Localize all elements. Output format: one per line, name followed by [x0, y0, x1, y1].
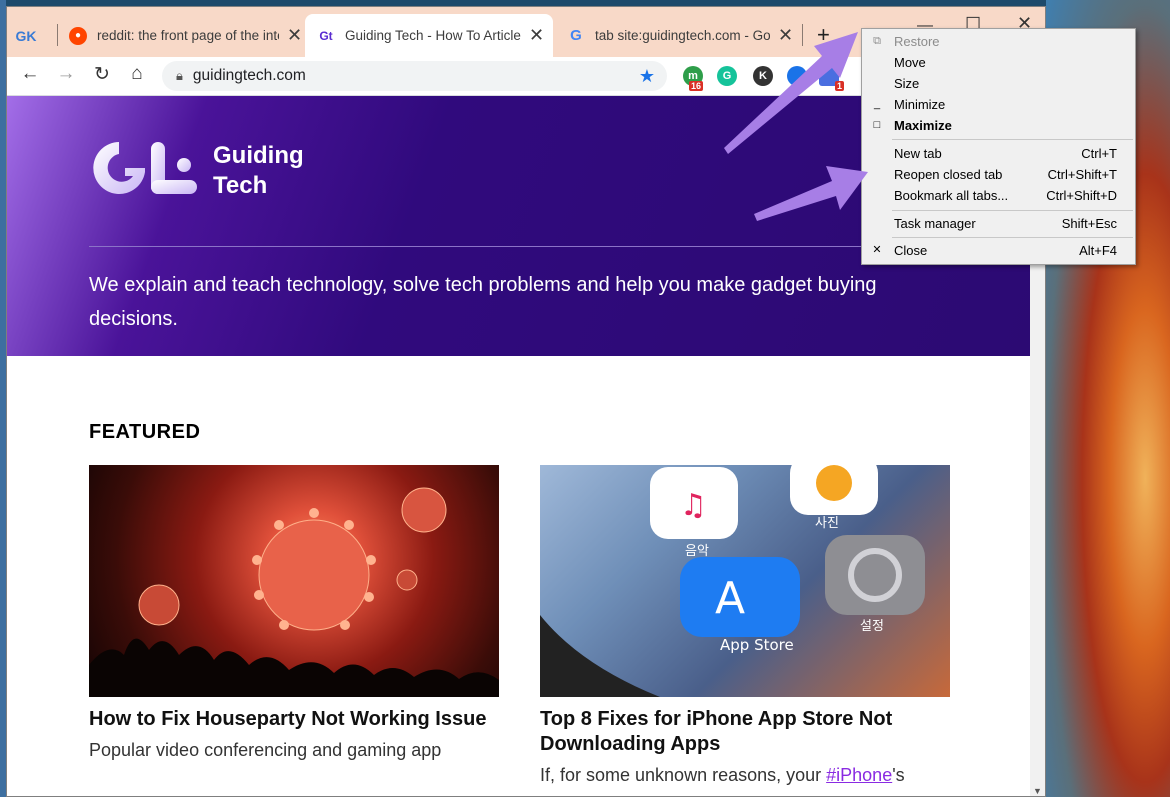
featured-heading: FEATURED — [89, 421, 201, 443]
article-image-app-store[interactable]: ♫ A 음악 사진 App Store 설정 — [540, 465, 950, 697]
article-image-virus[interactable] — [89, 465, 499, 697]
menu-item-shortcut: Alt+F4 — [1079, 243, 1117, 258]
google-icon: G — [570, 27, 582, 44]
tab-google[interactable]: G tab site:guidingtech.com - Google ✕ — [567, 14, 793, 57]
bookmark-star-icon[interactable]: ★ — [639, 66, 655, 87]
hero-divider — [89, 246, 949, 247]
menu-item-new-tab[interactable]: New tab Ctrl+T — [862, 143, 1135, 164]
close-icon[interactable]: ✕ — [529, 25, 544, 46]
menu-item-label: Reopen closed tab — [894, 167, 1003, 182]
menu-separator — [892, 210, 1133, 211]
menu-item-label: Move — [894, 55, 926, 70]
menu-item-reopen-closed-tab[interactable]: Reopen closed tab Ctrl+Shift+T — [862, 164, 1135, 185]
excerpt-text: 's — [892, 765, 905, 785]
menu-item-label: New tab — [894, 146, 942, 161]
article-excerpt: If, for some unknown reasons, your #iPho… — [540, 765, 950, 786]
extension-k-icon[interactable]: K — [753, 66, 773, 86]
menu-item-move[interactable]: Move — [862, 52, 1135, 73]
gk-icon: GK — [15, 27, 37, 44]
back-button[interactable]: ← — [17, 63, 43, 85]
menu-item-label: Task manager — [894, 216, 976, 231]
iphone-homescreen-illustration: ♫ A 음악 사진 App Store 설정 — [540, 465, 925, 697]
photos-label: 사진 — [815, 516, 839, 531]
virus-illustration — [89, 487, 499, 697]
menu-item-close[interactable]: ✕ Close Alt+F4 — [862, 240, 1135, 261]
menu-item-label: Minimize — [894, 97, 946, 112]
menu-item-label: Bookmark all tabs... — [894, 188, 1009, 203]
menu-item-label: Maximize — [894, 118, 952, 133]
article-excerpt: Popular video conferencing and gaming ap… — [89, 740, 442, 760]
tab-title: tab site:guidingtech.com - Google — [595, 28, 770, 43]
settings-label: 설정 — [860, 619, 884, 634]
url-text: guidingtech.com — [192, 67, 306, 84]
close-icon: ✕ — [872, 244, 882, 256]
excerpt-text: If, for some unknown reasons, your — [540, 765, 827, 785]
menu-item-bookmark-all-tabs[interactable]: Bookmark all tabs... Ctrl+Shift+D — [862, 185, 1135, 206]
menu-item-shortcut: Ctrl+Shift+D — [1046, 188, 1117, 203]
close-icon[interactable]: ✕ — [287, 25, 302, 46]
scroll-down-arrow-icon[interactable]: ▼ — [1033, 786, 1042, 796]
menu-item-maximize[interactable]: □ Maximize — [862, 115, 1135, 136]
brand-name: Guiding Tech — [213, 141, 304, 201]
window-system-menu: ⧉ Restore Move Size _ Minimize □ Maximize N… — [861, 28, 1136, 265]
tab-separator — [802, 24, 803, 46]
menu-item-label: Restore — [894, 34, 940, 49]
featured-card[interactable]: How to Fix Houseparty Not Working Issue … — [89, 465, 499, 761]
maximize-icon: □ — [873, 119, 881, 131]
menu-item-shortcut: Ctrl+T — [1081, 146, 1117, 161]
iphone-hashtag-link[interactable]: #iPhone — [826, 765, 892, 785]
menu-item-size[interactable]: Size — [862, 73, 1135, 94]
extension-badge: 16 — [689, 81, 704, 91]
address-bar[interactable]: 🔒︎ guidingtech.com ★ — [162, 61, 667, 91]
menu-item-minimize[interactable]: _ Minimize — [862, 94, 1135, 115]
app-store-label: App Store — [720, 636, 794, 654]
lock-icon: 🔒︎ — [176, 68, 183, 83]
menu-item-shortcut: Ctrl+Shift+T — [1047, 167, 1117, 182]
guiding-tech-logo-icon — [93, 142, 197, 194]
menu-separator — [892, 237, 1133, 238]
menu-item-shortcut: Shift+Esc — [1061, 216, 1117, 231]
tab-gk[interactable]: GK — [15, 14, 45, 57]
featured-card[interactable]: ♫ A 음악 사진 App Store 설정 Top 8 Fixes for i… — [540, 465, 950, 786]
site-tagline: We explain and teach technology, solve t… — [89, 274, 877, 330]
svg-text:♫: ♫ — [680, 488, 707, 523]
menu-item-label: Close — [894, 243, 928, 258]
svg-text:A: A — [715, 573, 745, 624]
reddit-icon: ● — [69, 26, 87, 45]
tab-title: Guiding Tech - How To Articles — [345, 28, 521, 43]
article-title[interactable]: Top 8 Fixes for iPhone App Store Not Dow… — [540, 707, 950, 757]
tab-guiding-tech[interactable]: Gt Guiding Tech - How To Articles ✕ — [305, 14, 553, 57]
menu-separator — [892, 139, 1133, 140]
music-label: 음악 — [685, 544, 709, 559]
grammarly-icon[interactable]: G — [717, 66, 737, 86]
restore-icon: ⧉ — [873, 35, 881, 47]
menu-item-task-manager[interactable]: Task manager Shift+Esc — [862, 213, 1135, 234]
tab-reddit[interactable]: ● reddit: the front page of the internet… — [69, 14, 302, 57]
minimize-icon: _ — [873, 98, 881, 110]
brand-line-1: Guiding — [213, 142, 304, 169]
guiding-tech-icon: Gt — [319, 28, 333, 43]
tab-title: reddit: the front page of the internet — [97, 28, 279, 43]
home-button[interactable]: ⌂ — [124, 63, 150, 85]
new-tab-button[interactable]: + — [817, 22, 830, 48]
close-icon[interactable]: ✕ — [778, 25, 793, 46]
extension-icon[interactable] — [787, 66, 807, 86]
menu-item-restore[interactable]: ⧉ Restore — [862, 31, 1135, 52]
tab-separator — [57, 24, 58, 46]
reload-button[interactable]: ↻ — [89, 63, 115, 86]
article-title[interactable]: How to Fix Houseparty Not Working Issue — [89, 707, 499, 732]
extension-badge: 1 — [835, 81, 845, 91]
menu-item-label: Size — [894, 76, 920, 91]
brand-line-2: Tech — [213, 172, 268, 199]
forward-button[interactable]: → — [53, 63, 79, 85]
